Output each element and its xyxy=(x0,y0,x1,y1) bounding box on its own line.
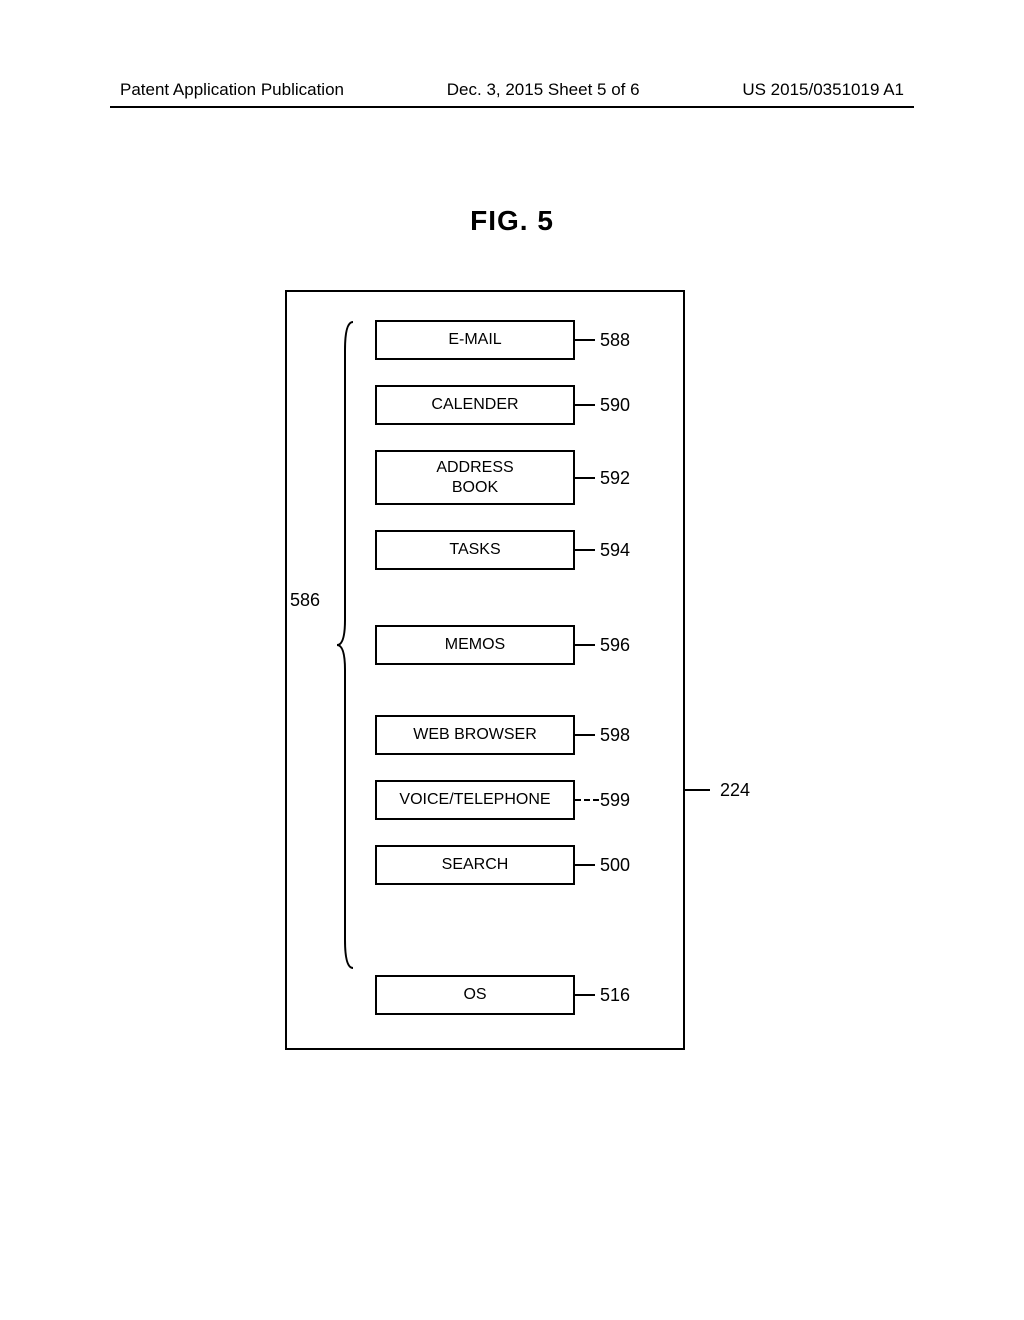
ref-596: 596 xyxy=(600,635,630,656)
ref-594: 594 xyxy=(600,540,630,561)
memos-label: MEMOS xyxy=(445,636,505,654)
search-box: SEARCH xyxy=(375,845,575,885)
tasks-box: TASKS xyxy=(375,530,575,570)
ref-line-598 xyxy=(575,734,595,736)
ref-599: 599 xyxy=(600,790,630,811)
voice-telephone-box: VOICE/TELEPHONE xyxy=(375,780,575,820)
web-browser-box: WEB BROWSER xyxy=(375,715,575,755)
header-divider xyxy=(110,106,914,108)
ref-598: 598 xyxy=(600,725,630,746)
ref-line-516 xyxy=(575,994,595,996)
page-header: Patent Application Publication Dec. 3, 2… xyxy=(0,80,1024,100)
ref-line-588 xyxy=(575,339,595,341)
voice-telephone-label: VOICE/TELEPHONE xyxy=(399,791,550,809)
ref-500: 500 xyxy=(600,855,630,876)
header-left: Patent Application Publication xyxy=(120,80,344,100)
outer-ref-line xyxy=(685,789,710,791)
search-label: SEARCH xyxy=(442,856,509,874)
address-book-box: ADDRESS BOOK xyxy=(375,450,575,505)
ref-588: 588 xyxy=(600,330,630,351)
web-browser-label: WEB BROWSER xyxy=(413,726,537,744)
ref-line-594 xyxy=(575,549,595,551)
os-box: OS xyxy=(375,975,575,1015)
header-right: US 2015/0351019 A1 xyxy=(742,80,904,100)
ref-line-592 xyxy=(575,477,595,479)
ref-590: 590 xyxy=(600,395,630,416)
calendar-label: CALENDER xyxy=(431,396,518,414)
email-box: E-MAIL xyxy=(375,320,575,360)
tasks-label: TASKS xyxy=(449,541,500,559)
calendar-box: CALENDER xyxy=(375,385,575,425)
bracket-icon xyxy=(335,320,355,970)
figure-title: FIG. 5 xyxy=(0,205,1024,237)
address-book-label: ADDRESS BOOK xyxy=(436,458,513,496)
memos-box: MEMOS xyxy=(375,625,575,665)
outer-ref-224: 224 xyxy=(720,780,750,801)
header-center: Dec. 3, 2015 Sheet 5 of 6 xyxy=(447,80,640,100)
ref-line-500 xyxy=(575,864,595,866)
ref-line-590 xyxy=(575,404,595,406)
ref-516: 516 xyxy=(600,985,630,1006)
ref-592: 592 xyxy=(600,468,630,489)
email-label: E-MAIL xyxy=(448,331,501,349)
ref-line-599 xyxy=(575,799,599,801)
bracket-label: 586 xyxy=(290,590,320,611)
ref-line-596 xyxy=(575,644,595,646)
os-label: OS xyxy=(463,986,486,1004)
